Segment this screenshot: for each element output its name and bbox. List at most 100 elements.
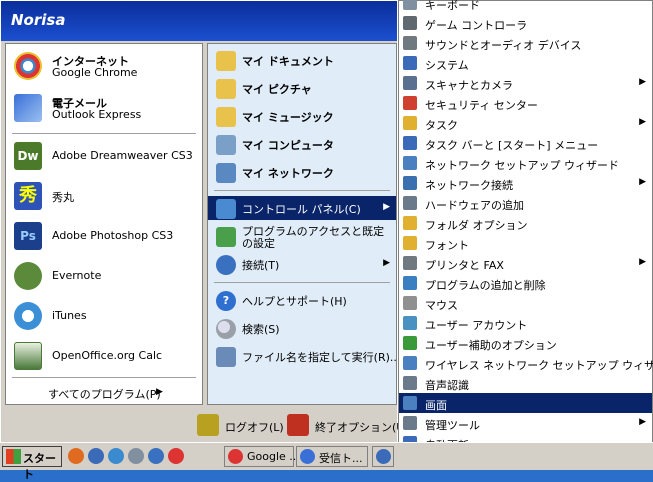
submenu-item[interactable]: ネットワーク セットアップ ウィザード [399,153,652,173]
start-menu: Norisa インターネット Google Chrome 電子メール Outlo… [0,0,409,442]
menu-run[interactable]: ファイル名を指定して実行(R)... [208,344,400,368]
help-icon: ? [216,291,236,311]
pinned-internet[interactable]: インターネット Google Chrome [6,46,202,84]
menu-help[interactable]: ? ヘルプとサポート(H) [208,288,396,312]
my-pictures-icon [216,79,236,99]
submenu-item[interactable]: プログラムの追加と削除 [399,273,652,293]
fonts-icon [403,236,417,250]
submenu-item[interactable]: フォルダ オプション [399,213,652,233]
arrow-right-icon: ▶ [639,177,646,187]
submenu-item[interactable]: 音声認識 [399,373,652,393]
media-player-icon[interactable] [148,448,164,464]
taskbar: スタート Google ... 受信ト... [0,442,653,481]
my-computer-icon [216,135,236,155]
outlook-icon [300,449,315,464]
arrow-right-icon: ▶ [639,117,646,127]
window-icon [376,449,391,464]
firefox-icon[interactable] [68,448,84,464]
my-documents-icon [216,51,236,71]
add-hardware-icon [403,196,417,210]
submenu-item[interactable]: タスク ▶ [399,113,652,133]
submenu-item[interactable]: タスク バーと [スタート] メニュー [399,133,652,153]
submenu-item[interactable]: ユーザー アカウント [399,313,652,333]
arrow-right-icon: ▶ [383,202,390,212]
start-menu-footer: ログオフ(L) 終了オプション(U) [1,406,409,442]
submenu-item[interactable]: ユーザー補助のオプション [399,333,652,353]
power-icon [287,414,309,436]
pinned-programs-panel: インターネット Google Chrome 電子メール Outlook Expr… [5,43,203,405]
submenu-item[interactable]: 画面 [399,393,652,413]
chrome-icon[interactable] [168,448,184,464]
arrow-right-icon: ▶ [639,77,646,87]
tasks-icon [403,116,417,130]
oocalc-icon [14,342,42,370]
menu-my-documents[interactable]: マイ ドキュメント [208,48,396,72]
submenu-item[interactable]: プリンタと FAX ▶ [399,253,652,273]
itunes-icon [14,302,42,330]
chrome-icon [14,52,42,80]
menu-my-music[interactable]: マイ ミュージック [208,104,396,128]
sound-icon [403,36,417,50]
divider [12,377,196,378]
menu-search[interactable]: 検索(S) [208,316,396,340]
outlook-icon [14,94,42,122]
submenu-item[interactable]: システム [399,53,652,73]
submenu-item[interactable]: ワイヤレス ネットワーク セットアップ ウィザード [399,353,653,373]
menu-my-pictures[interactable]: マイ ピクチャ [208,76,396,100]
recent-itunes[interactable]: iTunes [6,296,202,334]
shutdown-button[interactable]: 終了オプション(U) [287,414,409,436]
notepad-icon[interactable] [128,448,144,464]
submenu-item[interactable]: キーボード [399,0,652,13]
menu-connect[interactable]: 接続(T) ▶ [208,252,396,276]
task-button[interactable] [372,446,394,467]
task-button[interactable]: Google ... [224,446,300,467]
submenu-item[interactable]: ハードウェアの追加 [399,193,652,213]
accessibility-icon [403,336,417,350]
my-music-icon [216,107,236,127]
run-icon [216,347,236,367]
recent-photoshop[interactable]: Ps Adobe Photoshop CS3 [6,216,202,254]
submenu-item[interactable]: セキュリティ センター [399,93,652,113]
pinned-email[interactable]: 電子メール Outlook Express [6,88,202,126]
submenu-item[interactable]: スキャナとカメラ ▶ [399,73,652,93]
submenu-item[interactable]: フォント [399,233,652,253]
recent-dreamweaver[interactable]: Dw Adobe Dreamweaver CS3 [6,136,202,174]
all-programs-button[interactable]: すべてのプログラム(P) ▶ [6,382,202,404]
arrow-right-icon: ▶ [156,387,163,397]
menu-my-computer[interactable]: マイ コンピュータ [208,132,396,156]
logoff-button[interactable]: ログオフ(L) [197,414,284,436]
submenu-item[interactable]: ゲーム コントローラ [399,13,652,33]
divider [214,190,390,191]
menu-control-panel[interactable]: コントロール パネル(C) ▶ [208,196,396,220]
task-button[interactable]: 受信ト... [296,446,368,467]
submenu-item[interactable]: 管理ツール ▶ [399,413,652,433]
ie-icon[interactable] [108,448,124,464]
network-wizard-icon [403,156,417,170]
menu-my-network[interactable]: マイ ネットワーク [208,160,396,184]
game-controller-icon [403,16,417,30]
folder-options-icon [403,216,417,230]
submenu-item[interactable]: マウス [399,293,652,313]
printer-icon [403,256,417,270]
recent-hidemaru[interactable]: 秀 秀丸 [6,176,202,214]
network-connections-icon [403,176,417,190]
explorer-icon[interactable] [88,448,104,464]
mouse-icon [403,296,417,310]
recent-evernote[interactable]: Evernote [6,256,202,294]
submenu-item[interactable]: サウンドとオーディオ デバイス [399,33,652,53]
my-network-icon [216,163,236,183]
control-panel-icon [216,199,236,219]
arrow-right-icon: ▶ [639,417,646,427]
photoshop-icon: Ps [14,222,42,250]
places-panel: マイ ドキュメント マイ ピクチャ マイ ミュージック マイ コンピュータ マイ… [207,43,400,405]
taskbar-icon [403,136,417,150]
search-icon [216,319,236,339]
admin-tools-icon [403,416,417,430]
submenu-item[interactable]: ネットワーク接続 ▶ [399,173,652,193]
system-icon [403,56,417,70]
menu-program-access[interactable]: プログラムのアクセスと既定の設定 [208,224,396,252]
wireless-icon [403,356,417,370]
user-accounts-icon [403,316,417,330]
recent-oocalc[interactable]: OpenOffice.org Calc [6,336,202,374]
start-button[interactable]: スタート [2,446,62,481]
